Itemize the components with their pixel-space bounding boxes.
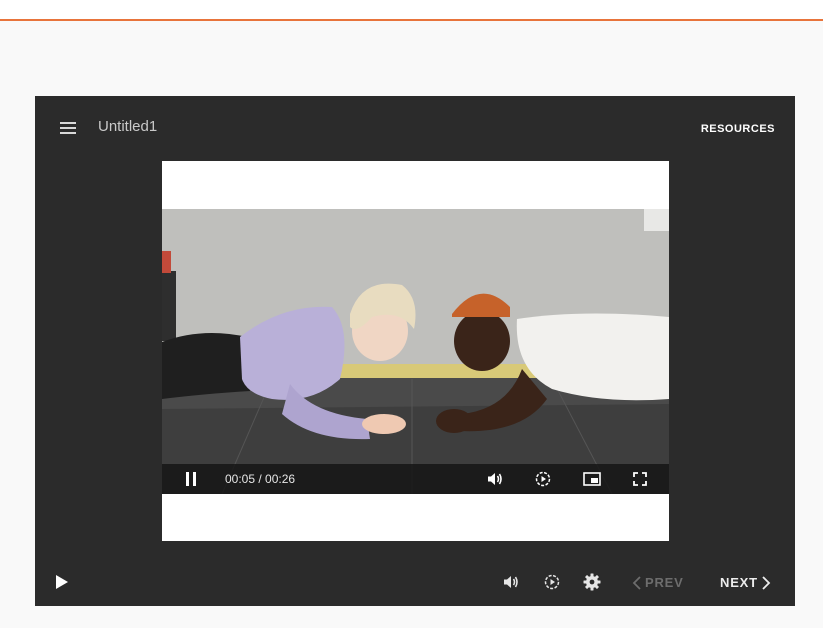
video-time: 00:05 / 00:26 [225,472,295,486]
chevron-right-icon [762,575,771,590]
top-accent-bar [0,0,823,21]
prev-button[interactable]: PREV [632,575,684,590]
slide-canvas: 00:05 / 00:26 [162,161,669,541]
play-icon[interactable] [51,570,73,594]
playback-speed-icon[interactable] [530,464,556,494]
current-time: 00:05 [225,472,256,486]
playback-speed-icon[interactable] [541,570,563,594]
gear-icon[interactable] [581,570,603,594]
next-label: NEXT [720,575,758,590]
player-footer: PREV NEXT [35,558,795,606]
video-frame [162,209,669,494]
fullscreen-icon[interactable] [627,464,653,494]
time-separator: / [255,472,266,486]
video-control-bar: 00:05 / 00:26 [162,464,669,494]
picture-in-picture-icon[interactable] [579,464,605,494]
chevron-left-icon [632,575,641,590]
video-player[interactable]: 00:05 / 00:26 [162,209,669,494]
resources-button[interactable]: RESOURCES [701,123,775,135]
prev-label: PREV [645,575,684,590]
pause-icon[interactable] [178,464,204,494]
volume-icon[interactable] [501,570,523,594]
course-player: Untitled1 RESOURCES 00:05 / 00:26 PREV N… [35,96,795,606]
duration: 00:26 [265,472,296,486]
volume-icon[interactable] [482,464,508,494]
player-header: Untitled1 RESOURCES [35,96,795,160]
menu-icon[interactable] [57,120,79,136]
next-button[interactable]: NEXT [720,575,771,590]
course-title: Untitled1 [98,118,158,135]
